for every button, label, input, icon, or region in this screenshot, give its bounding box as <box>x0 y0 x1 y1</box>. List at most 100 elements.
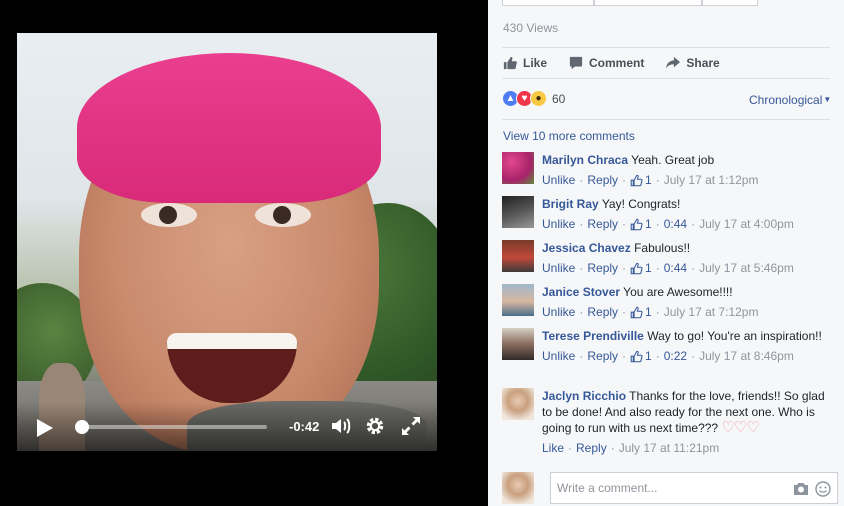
unlike-link[interactable]: Unlike <box>542 216 575 232</box>
like-button[interactable]: Like <box>503 56 547 70</box>
unlike-link[interactable]: Unlike <box>542 172 575 188</box>
unlike-link[interactable]: Unlike <box>542 260 575 276</box>
view-more-comments-link[interactable]: View 10 more comments <box>503 129 635 143</box>
comment-author[interactable]: Janice Stover <box>542 285 620 299</box>
like-count-value: 1 <box>645 349 652 363</box>
reply-link[interactable]: Reply <box>587 216 618 232</box>
reply-link[interactable]: Reply <box>587 260 618 276</box>
avatar[interactable] <box>502 284 534 316</box>
thumbs-up-outline-icon <box>630 174 643 186</box>
comment-input-box[interactable] <box>550 472 838 504</box>
avatar[interactable] <box>502 328 534 360</box>
divider <box>502 119 830 120</box>
like-link[interactable]: Like <box>542 440 564 456</box>
comment-author[interactable]: Terese Prendiville <box>542 329 644 343</box>
comments-panel: 430 Views Like Comment Share ▲ ♥ ● 60 Ch… <box>488 0 844 506</box>
hearts-emoji-icon: ♡♡♡ <box>721 419 759 436</box>
sort-dropdown[interactable]: Chronological▼ <box>749 93 831 107</box>
share-label: Share <box>686 56 720 70</box>
comment-item: Terese Prendiville Way to go! You're an … <box>502 328 832 364</box>
comment-meta: Unlike · Reply · 1 · 0:44 · July 17 at 5:46p… <box>542 260 794 276</box>
comment-author[interactable]: Jaclyn Ricchio <box>542 389 626 403</box>
video-stage: -0:42 <box>0 0 488 506</box>
thumbs-up-icon <box>503 56 517 70</box>
divider <box>502 78 830 79</box>
avatar[interactable] <box>502 240 534 272</box>
camera-icon[interactable] <box>793 481 809 497</box>
unlike-link[interactable]: Unlike <box>542 348 575 364</box>
comment-meta: Unlike · Reply · 1 · 0:22 · July 17 at 8:46p… <box>542 348 794 364</box>
comment-text: Yeah. Great job <box>631 153 715 167</box>
emoji-icon[interactable] <box>815 481 831 497</box>
comment-item: Jaclyn Ricchio Thanks for the love, frie… <box>502 388 832 456</box>
like-label: Like <box>523 56 548 70</box>
divider <box>502 47 830 48</box>
comment-item: Brigit Ray Yay! Congrats! Unlike · Reply ·… <box>502 196 832 232</box>
reaction-summary[interactable]: ▲ ♥ ● 60 <box>502 90 565 107</box>
reply-link[interactable]: Reply <box>576 440 607 456</box>
comment-item: Jessica Chavez Fabulous!! Unlike · Reply ·… <box>502 240 832 276</box>
view-count: 430 Views <box>503 21 559 35</box>
comment-author[interactable]: Marilyn Chraca <box>542 153 628 167</box>
like-count-value: 1 <box>645 173 652 187</box>
comment-date[interactable]: July 17 at 5:46pm <box>699 260 794 276</box>
thumbs-up-outline-icon <box>630 218 643 230</box>
play-icon[interactable] <box>37 419 53 437</box>
avatar[interactable] <box>502 152 534 184</box>
time-remaining: -0:42 <box>289 419 320 434</box>
comment-like-count[interactable]: 1 <box>630 216 652 232</box>
video-eye-left <box>141 203 197 227</box>
comment-like-count[interactable]: 1 <box>630 304 652 320</box>
comment-date[interactable]: July 17 at 1:12pm <box>664 172 759 188</box>
sort-label: Chronological <box>749 93 823 107</box>
comment-item: Marilyn Chraca Yeah. Great job Unlike · R… <box>502 152 832 188</box>
unlike-link[interactable]: Unlike <box>542 304 575 320</box>
reply-link[interactable]: Reply <box>587 304 618 320</box>
comment-like-count[interactable]: 1 <box>630 172 652 188</box>
share-button[interactable]: Share <box>666 56 720 70</box>
gear-icon[interactable] <box>363 414 387 438</box>
volume-icon[interactable] <box>329 414 353 438</box>
scrubber-knob[interactable] <box>75 420 89 434</box>
comment-date[interactable]: July 17 at 11:21pm <box>619 440 720 456</box>
like-count-value: 1 <box>645 217 652 231</box>
fullscreen-icon[interactable] <box>399 414 423 438</box>
comment-author[interactable]: Jessica Chavez <box>542 241 631 255</box>
comment-text: You are Awesome!!!! <box>623 285 733 299</box>
comment-meta: Unlike · Reply · 1 · 0:44 · July 17 at 4:00p… <box>542 216 794 232</box>
top-buttons-edge <box>502 0 844 6</box>
video-headband <box>77 53 381 203</box>
comment-input[interactable] <box>551 473 781 503</box>
action-bar: Like Comment Share <box>503 56 720 70</box>
share-icon <box>666 56 681 69</box>
video-timestamp-link[interactable]: 0:44 <box>664 260 687 276</box>
comment-composer <box>502 472 838 504</box>
video-frame[interactable] <box>17 33 437 451</box>
avatar <box>502 472 534 504</box>
comment-date[interactable]: July 17 at 4:00pm <box>699 216 794 232</box>
comment-author[interactable]: Brigit Ray <box>542 197 599 211</box>
comment-text: Fabulous!! <box>634 241 691 255</box>
avatar[interactable] <box>502 388 534 420</box>
video-controls: -0:42 <box>17 402 437 451</box>
comment-like-count[interactable]: 1 <box>630 260 652 276</box>
comment-meta: Like · Reply · July 17 at 11:21pm <box>542 440 720 456</box>
thumbs-up-outline-icon <box>630 350 643 362</box>
video-timestamp-link[interactable]: 0:44 <box>664 216 687 232</box>
comment-date[interactable]: July 17 at 7:12pm <box>664 304 759 320</box>
comment-icon <box>569 56 583 70</box>
comment-meta: Unlike · Reply · 1 · July 17 at 1:12pm <box>542 172 759 188</box>
reply-link[interactable]: Reply <box>587 172 618 188</box>
comment-like-count[interactable]: 1 <box>630 348 652 364</box>
reply-link[interactable]: Reply <box>587 348 618 364</box>
like-count-value: 1 <box>645 305 652 319</box>
reaction-count: 60 <box>552 91 566 106</box>
comment-button[interactable]: Comment <box>569 56 644 70</box>
comment-item: Janice Stover You are Awesome!!!! Unlike… <box>502 284 832 320</box>
comment-meta: Unlike · Reply · 1 · July 17 at 7:12pm <box>542 304 759 320</box>
thumbs-up-outline-icon <box>630 306 643 318</box>
avatar[interactable] <box>502 196 534 228</box>
video-timestamp-link[interactable]: 0:22 <box>664 348 687 364</box>
video-scrubber[interactable] <box>75 420 267 434</box>
comment-date[interactable]: July 17 at 8:46pm <box>699 348 794 364</box>
